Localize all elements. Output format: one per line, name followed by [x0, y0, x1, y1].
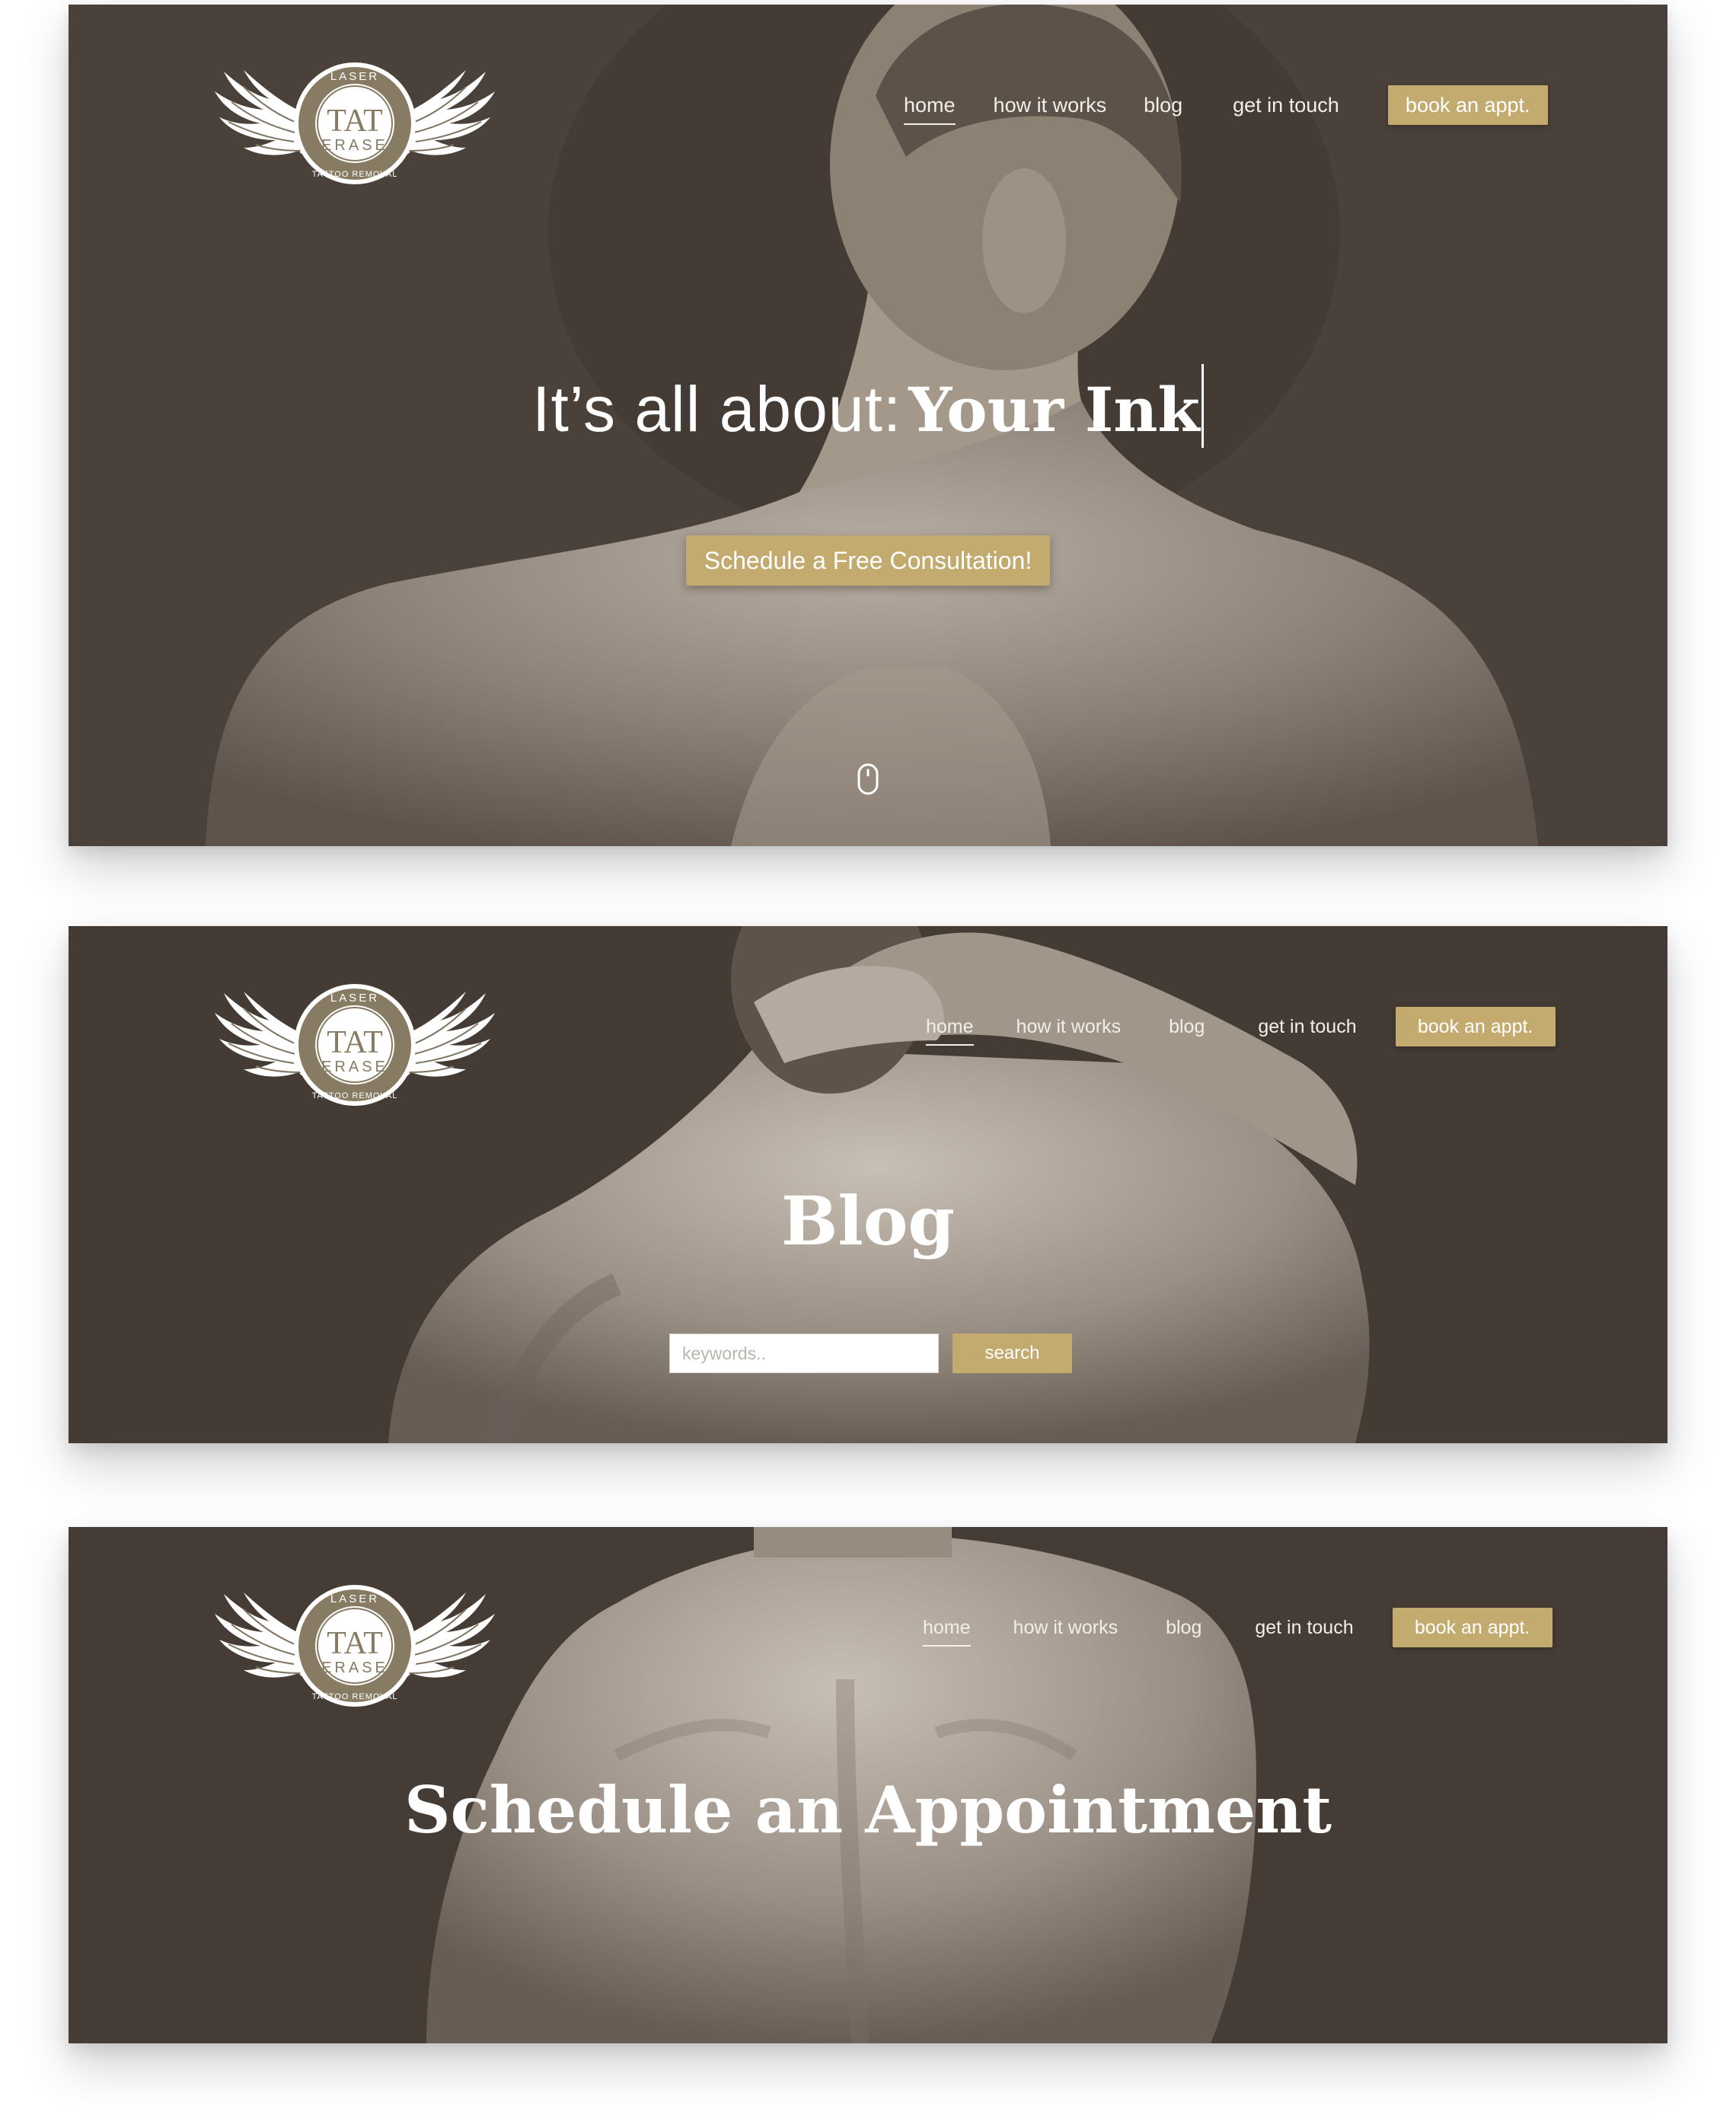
hero-title-prefix: It’s all about: [532, 373, 902, 445]
nav-home[interactable]: home [926, 1016, 974, 1046]
book-appointment-button[interactable]: book an appt. [1392, 1608, 1553, 1647]
nav-home[interactable]: home [904, 94, 956, 125]
schedule-consultation-button[interactable]: Schedule a Free Consultation! [686, 535, 1050, 586]
nav-how-it-works[interactable]: how it works [1013, 1617, 1119, 1639]
home-hero-section: LASER TAT ERASE TATTOO REMOVAL home how … [69, 5, 1667, 846]
nav-how-it-works[interactable]: how it works [994, 94, 1107, 117]
book-appointment-button[interactable]: book an appt. [1395, 1007, 1556, 1046]
logo-sub-text: ERASE [321, 1660, 388, 1676]
appointment-header-section: LASER TAT ERASE TATTOO REMOVAL home how … [69, 1527, 1667, 2043]
logo-sub-text: ERASE [321, 137, 388, 154]
logo-top-text: LASER [330, 992, 379, 1005]
nav-blog[interactable]: blog [1144, 94, 1182, 117]
main-nav: home how it works blog get in touch book… [926, 1007, 1556, 1046]
scroll-mouse-icon[interactable] [857, 763, 879, 795]
book-appointment-button[interactable]: book an appt. [1387, 85, 1548, 125]
nav-blog[interactable]: blog [1169, 1016, 1205, 1038]
main-nav: home how it works blog get in touch book… [904, 85, 1548, 125]
logo-main-text: TAT [327, 1025, 383, 1060]
hero-title-emphasis: Your Ink [908, 374, 1200, 446]
wings-logo-icon: LASER TAT ERASE TATTOO REMOVAL [183, 960, 527, 1109]
logo-main-text: TAT [327, 1626, 383, 1661]
blog-header-section: LASER TAT ERASE TATTOO REMOVAL home how … [69, 926, 1667, 1443]
typing-cursor [1201, 364, 1204, 448]
nav-home[interactable]: home [923, 1617, 971, 1647]
tat-erase-logo[interactable]: LASER TAT ERASE TATTOO REMOVAL [183, 960, 527, 1109]
nav-blog[interactable]: blog [1166, 1617, 1201, 1639]
blog-search-input[interactable] [669, 1334, 939, 1373]
logo-bottom-text: TATTOO REMOVAL [312, 1692, 398, 1701]
wings-logo-icon: LASER TAT ERASE TATTOO REMOVAL [183, 38, 527, 187]
blog-title: Blog [780, 1181, 956, 1260]
logo-bottom-text: TATTOO REMOVAL [312, 1091, 398, 1101]
nav-get-in-touch[interactable]: get in touch [1233, 94, 1339, 117]
blog-search-button[interactable]: search [953, 1334, 1072, 1373]
logo-top-text: LASER [330, 1592, 379, 1605]
appointment-title: Schedule an Appointment [404, 1772, 1332, 1848]
logo-bottom-text: TATTOO REMOVAL [312, 170, 398, 179]
logo-top-text: LASER [330, 70, 379, 83]
tat-erase-logo[interactable]: LASER TAT ERASE TATTOO REMOVAL [183, 1561, 527, 1710]
nav-get-in-touch[interactable]: get in touch [1255, 1617, 1353, 1639]
nav-how-it-works[interactable]: how it works [1016, 1016, 1122, 1038]
main-nav: home how it works blog get in touch book… [923, 1608, 1553, 1647]
wings-logo-icon: LASER TAT ERASE TATTOO REMOVAL [183, 1561, 527, 1710]
nav-get-in-touch[interactable]: get in touch [1258, 1016, 1356, 1038]
tat-erase-logo[interactable]: LASER TAT ERASE TATTOO REMOVAL [183, 38, 527, 187]
logo-sub-text: ERASE [321, 1059, 388, 1075]
logo-main-text: TAT [327, 104, 383, 139]
hero-title: It’s all about: Your Ink [69, 364, 1667, 448]
